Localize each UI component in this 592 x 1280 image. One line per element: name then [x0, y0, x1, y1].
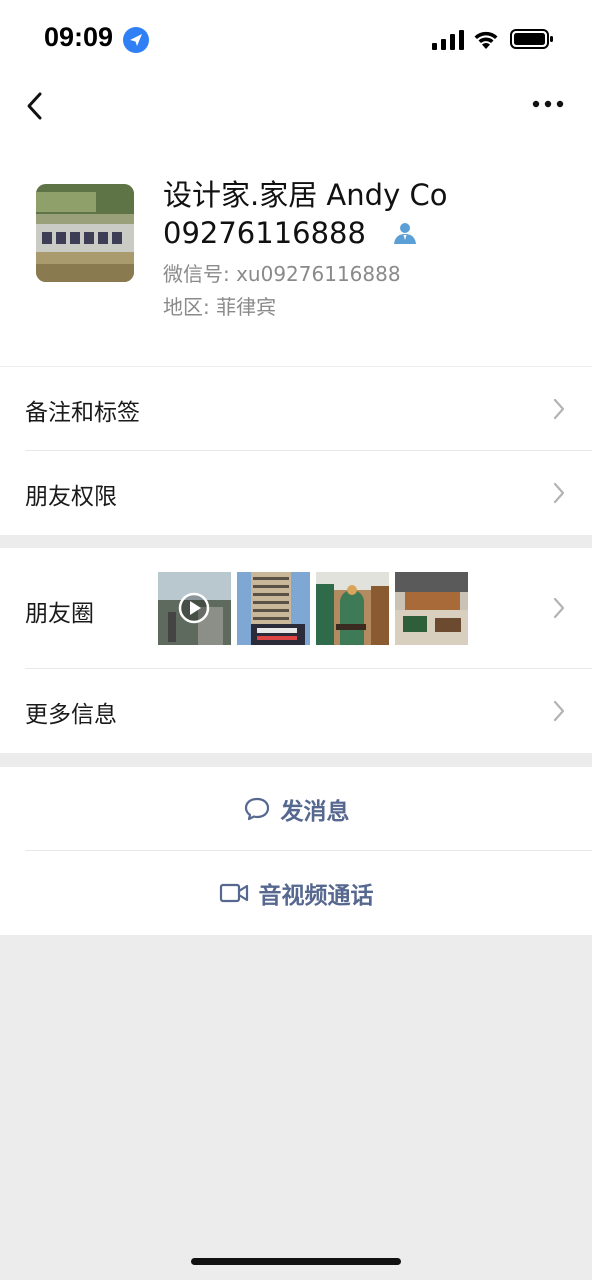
moments-thumb: [395, 572, 468, 645]
wifi-icon: [474, 31, 498, 49]
chevron-right-icon: [553, 398, 565, 420]
video-camera-icon: [219, 883, 248, 903]
moments-thumb: [316, 572, 389, 645]
avatar-image: [36, 184, 134, 282]
chevron-left-icon[interactable]: [18, 86, 54, 126]
row-more-info[interactable]: 更多信息: [0, 669, 592, 753]
video-call-button[interactable]: 音视频通话: [0, 851, 592, 935]
moments-thumb: [158, 572, 231, 645]
video-call-label: 音视频通话: [258, 883, 374, 909]
status-bar: 09:09: [0, 0, 592, 80]
row-remarks-tags-label: 备注和标签: [25, 400, 140, 426]
profile-name-line1: 设计家.家居 Andy Co: [163, 178, 448, 212]
cellular-signal-icon: [432, 30, 464, 50]
moments-thumb: [237, 572, 310, 645]
region: 地区: 菲律宾: [163, 295, 277, 319]
chevron-right-icon: [553, 700, 565, 722]
action-group: 发消息 音视频通话: [0, 767, 592, 935]
avatar[interactable]: [36, 184, 134, 282]
send-message-label: 发消息: [280, 799, 350, 825]
settings-group: 备注和标签 朋友权限: [0, 367, 592, 535]
profile-name: 设计家.家居 Andy Co 09276116888: [163, 176, 573, 252]
home-indicator[interactable]: [191, 1258, 401, 1265]
status-time: 09:09: [44, 22, 114, 52]
location-arrow-icon: [123, 27, 149, 53]
info-group: 朋友圈 更多信息: [0, 548, 592, 753]
profile-name-line2: 09276116888: [163, 216, 366, 250]
chevron-right-icon: [553, 482, 565, 504]
chevron-right-icon: [553, 597, 565, 619]
row-more-info-label: 更多信息: [25, 702, 117, 728]
send-message-button[interactable]: 发消息: [0, 767, 592, 851]
row-moments-label: 朋友圈: [25, 601, 94, 627]
row-remarks-tags[interactable]: 备注和标签: [0, 367, 592, 451]
row-friend-permissions-label: 朋友权限: [25, 484, 117, 510]
wechat-id: 微信号: xu09276116888: [163, 262, 401, 286]
contact-person-icon: [393, 223, 416, 244]
row-moments[interactable]: 朋友圈: [0, 548, 592, 668]
chat-bubble-icon: [244, 797, 269, 821]
more-dots-icon[interactable]: [528, 92, 568, 116]
moments-thumbnails: [158, 572, 468, 645]
row-friend-permissions[interactable]: 朋友权限: [0, 451, 592, 535]
battery-icon: [510, 29, 553, 49]
